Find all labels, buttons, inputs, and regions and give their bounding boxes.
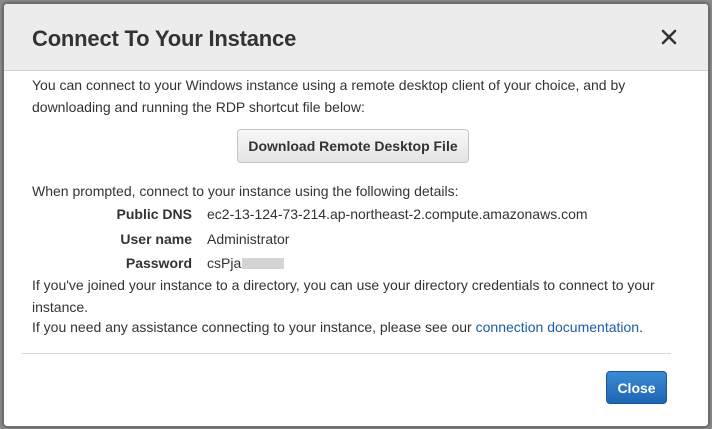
- prompt-text: When prompted, connect to your instance …: [32, 183, 459, 199]
- assistance-text-before: If you need any assistance connecting to…: [32, 319, 476, 335]
- dialog-header: Connect To Your Instance: [4, 4, 708, 71]
- password-redaction: [242, 257, 285, 269]
- public-dns-row: Public DNS ec2-13-124-73-214.ap-northeas…: [4, 203, 708, 225]
- public-dns-label: Public DNS: [116, 206, 192, 222]
- password-value-wrap: csPja: [207, 252, 285, 274]
- user-name-value: Administrator: [207, 231, 290, 247]
- user-name-label: User name: [120, 231, 192, 247]
- password-value: csPja: [207, 255, 242, 271]
- close-x-icon[interactable]: [656, 24, 682, 50]
- close-button[interactable]: Close: [606, 371, 667, 404]
- public-dns-value: ec2-13-124-73-214.ap-northeast-2.compute…: [207, 206, 588, 222]
- user-name-row: User name Administrator: [4, 228, 708, 250]
- directory-text: If you've joined your instance to a dire…: [32, 277, 655, 315]
- download-rdp-button[interactable]: Download Remote Desktop File: [237, 129, 469, 163]
- intro-text: You can connect to your Windows instance…: [32, 77, 626, 115]
- password-label: Password: [125, 255, 192, 271]
- connection-documentation-link[interactable]: connection documentation: [476, 319, 639, 335]
- assistance-text: If you need any assistance connecting to…: [32, 316, 643, 338]
- connect-dialog: Connect To Your Instance You can connect…: [3, 3, 709, 427]
- footer-divider: [22, 353, 671, 354]
- dialog-title: Connect To Your Instance: [32, 26, 297, 51]
- password-row: Password csPja: [4, 252, 708, 274]
- assistance-text-after: .: [639, 319, 643, 335]
